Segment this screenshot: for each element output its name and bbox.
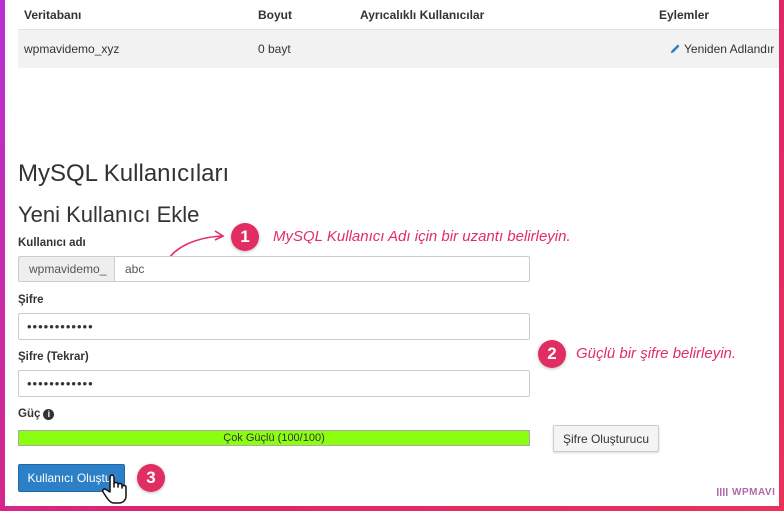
strength-label: Güç <box>18 408 41 420</box>
strength-meter: Çok Güçlü (100/100) <box>18 430 530 446</box>
username-prefix: wpmavidemo_ <box>18 256 114 282</box>
table-row: wpmavidemo_xyz 0 bayt Yeniden Adlandır <box>18 30 779 68</box>
password-confirm-label: Şifre (Tekrar) <box>18 351 89 363</box>
password-confirm-input[interactable] <box>18 370 530 397</box>
watermark-bars-icon <box>717 488 729 496</box>
step1-badge: 1 <box>231 223 259 251</box>
pencil-icon <box>670 44 680 54</box>
password-input[interactable] <box>18 313 530 340</box>
step2-note: Güçlü bir şifre belirleyin. <box>576 345 737 362</box>
step3-badge: 3 <box>137 464 165 492</box>
info-icon[interactable]: i <box>43 409 55 420</box>
col-database: Veritabanı <box>24 8 82 22</box>
mysql-users-title: MySQL Kullanıcıları <box>18 160 230 187</box>
col-size: Boyut <box>258 8 292 22</box>
new-user-title: Yeni Kullanıcı Ekle <box>18 202 200 227</box>
rename-link[interactable]: Yeniden Adlandır <box>670 42 774 56</box>
cell-database: wpmavidemo_xyz <box>24 42 120 56</box>
step1-note: MySQL Kullanıcı Adı için bir uzantı beli… <box>273 228 571 245</box>
step2-badge: 2 <box>538 340 566 368</box>
username-label: Kullanıcı adı <box>18 237 86 249</box>
cell-size: 0 bayt <box>258 42 291 56</box>
password-label: Şifre <box>18 294 44 306</box>
hand-cursor-icon <box>102 474 127 504</box>
watermark-text: WPMAVI <box>732 487 776 498</box>
strength-label-group: Güç i <box>18 408 55 420</box>
col-privileged-users: Ayrıcalıklı Kullanıcılar <box>360 8 485 22</box>
databases-table: Veritabanı Boyut Ayrıcalıklı Kullanıcıla… <box>18 0 779 68</box>
rename-link-label: Yeniden Adlandır <box>684 42 775 56</box>
col-actions: Eylemler <box>659 8 710 22</box>
main-panel: Veritabanı Boyut Ayrıcalıklı Kullanıcıla… <box>5 0 779 506</box>
password-generator-button[interactable]: Şifre Oluşturucu <box>553 425 659 452</box>
watermark-logo: WPMAVI <box>717 487 775 498</box>
username-input[interactable] <box>114 256 530 282</box>
username-group: wpmavidemo_ <box>18 256 530 282</box>
table-header: Veritabanı Boyut Ayrıcalıklı Kullanıcıla… <box>18 0 779 30</box>
